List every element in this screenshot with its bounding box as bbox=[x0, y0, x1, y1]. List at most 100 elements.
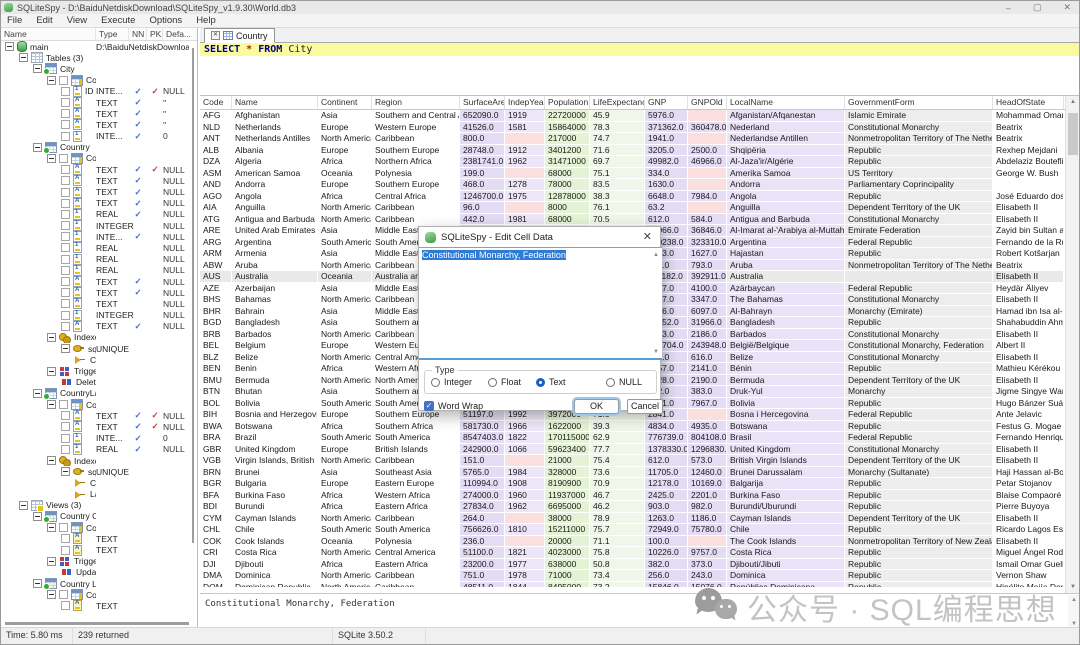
cell-head[interactable]: Fernando de la Rúa bbox=[993, 237, 1064, 249]
cell-gov[interactable]: Constitutional Monarchy bbox=[845, 444, 993, 456]
tree-row[interactable]: TEXT bbox=[1, 600, 189, 611]
cell-pop[interactable]: 11937000 bbox=[545, 490, 590, 502]
column-header-indep[interactable]: IndepYear bbox=[505, 96, 545, 109]
cell-gnp[interactable]: 3205.0 bbox=[645, 145, 688, 157]
cell-life[interactable]: 77.7 bbox=[590, 444, 645, 456]
cell-continent[interactable]: North America bbox=[318, 202, 372, 214]
cell-local[interactable]: België/Belgique bbox=[727, 340, 845, 352]
grid-vertical-scrollbar[interactable]: ▲ ▼ bbox=[1065, 96, 1079, 593]
cell-local[interactable]: Azärbaycan bbox=[727, 283, 845, 295]
cell-gnpold[interactable]: 2500.0 bbox=[688, 145, 727, 157]
tree-horizontal-scrollbar[interactable] bbox=[5, 622, 189, 625]
cell-gnp[interactable]: 256.0 bbox=[645, 570, 688, 582]
cell-continent[interactable]: Europe bbox=[318, 444, 372, 456]
cell-gnp[interactable]: 1941.0 bbox=[645, 133, 688, 145]
cell-gov[interactable]: Federal Republic bbox=[845, 409, 993, 421]
column-header-surface[interactable]: SurfaceArea bbox=[460, 96, 505, 109]
cell-head[interactable]: Hamad ibn Isa al-Khalifa bbox=[993, 306, 1064, 318]
cell-code[interactable]: BWA bbox=[200, 421, 232, 433]
radio-text[interactable]: Text bbox=[536, 377, 606, 387]
cell-gnpold[interactable]: 3347.0 bbox=[688, 294, 727, 306]
cell-region[interactable]: Eastern Europe bbox=[372, 478, 460, 490]
cell-code[interactable]: COK bbox=[200, 536, 232, 548]
tree-checkbox[interactable] bbox=[61, 601, 70, 610]
cell-local[interactable]: Antigua and Barbuda bbox=[727, 214, 845, 226]
cell-surface[interactable]: 41526.0 bbox=[460, 122, 505, 134]
cell-region[interactable]: Caribbean bbox=[372, 513, 460, 525]
cell-name[interactable]: Cook Islands bbox=[232, 536, 318, 548]
cell-local[interactable]: The Cook Islands bbox=[727, 536, 845, 548]
tree-row[interactable]: REALNULL bbox=[1, 242, 189, 253]
table-row[interactable]: DZAAlgeriaAfricaNorthern Africa2381741.0… bbox=[200, 156, 1065, 168]
cell-head[interactable]: Ante Jelavic bbox=[993, 409, 1064, 421]
cell-code[interactable]: AZE bbox=[200, 283, 232, 295]
cell-life[interactable]: 78.9 bbox=[590, 513, 645, 525]
cell-data-textarea[interactable]: Constitutional Monarchy, Federation ▲ ▼ bbox=[419, 247, 662, 360]
menu-item-edit[interactable]: Edit bbox=[36, 15, 52, 26]
cell-name[interactable]: Argentina bbox=[232, 237, 318, 249]
cell-local[interactable]: Bosna i Hercegovina bbox=[727, 409, 845, 421]
expander-minus-icon[interactable] bbox=[47, 523, 56, 532]
tree-row[interactable]: Views (3) bbox=[1, 500, 189, 511]
tree-checkbox[interactable] bbox=[61, 176, 70, 185]
cell-surface[interactable]: 151.0 bbox=[460, 455, 505, 467]
tree-checkbox[interactable] bbox=[59, 154, 68, 163]
cell-code[interactable]: ARM bbox=[200, 248, 232, 260]
tree-checkbox[interactable] bbox=[59, 76, 68, 85]
cell-region[interactable]: Caribbean bbox=[372, 133, 460, 145]
cell-gnpold[interactable]: 616.0 bbox=[688, 352, 727, 364]
cell-local[interactable]: Costa Rica bbox=[727, 547, 845, 559]
expander-minus-icon[interactable] bbox=[19, 53, 28, 62]
cell-head[interactable]: George W. Bush bbox=[993, 168, 1064, 180]
cell-indep[interactable]: 1981 bbox=[505, 214, 545, 226]
expander-minus-icon[interactable] bbox=[47, 154, 56, 163]
cell-indep[interactable]: 1821 bbox=[505, 547, 545, 559]
cell-local[interactable]: Burundi/Uburundi bbox=[727, 501, 845, 513]
cell-gnpold[interactable] bbox=[688, 202, 727, 214]
tree-row[interactable]: TEXT✓✓NULL bbox=[1, 164, 189, 175]
cell-head[interactable]: Elisabeth II bbox=[993, 444, 1064, 456]
tree-row[interactable]: REAL✓NULL bbox=[1, 444, 189, 455]
tree-checkbox[interactable] bbox=[61, 445, 70, 454]
table-row[interactable]: BFABurkina FasoAfricaWestern Africa27400… bbox=[200, 490, 1065, 502]
tree-row[interactable]: Triggers (1) bbox=[1, 365, 189, 376]
cell-local[interactable]: Balgarija bbox=[727, 478, 845, 490]
cell-head[interactable]: Haji Hassan al-Bolkiah bbox=[993, 467, 1064, 479]
tree-checkbox[interactable] bbox=[61, 534, 70, 543]
cell-surface[interactable]: 48511.0 bbox=[460, 582, 505, 588]
cell-gnp[interactable]: 334.0 bbox=[645, 168, 688, 180]
cell-name[interactable]: Dominica bbox=[232, 570, 318, 582]
expander-minus-icon[interactable] bbox=[47, 333, 56, 342]
cell-local[interactable]: Al-Imarat al-'Arabiya al-Muttahida bbox=[727, 225, 845, 237]
tree-row[interactable]: Columns (2) bbox=[1, 589, 189, 600]
tree-row[interactable]: Delete_Country bbox=[1, 377, 189, 388]
cell-gnpold[interactable]: 9757.0 bbox=[688, 547, 727, 559]
cell-local[interactable]: Nederland bbox=[727, 122, 845, 134]
cell-region[interactable]: Caribbean bbox=[372, 570, 460, 582]
cell-life[interactable]: 71.6 bbox=[590, 145, 645, 157]
cell-continent[interactable]: South America bbox=[318, 237, 372, 249]
cell-name[interactable]: Netherlands Antilles bbox=[232, 133, 318, 145]
cell-name[interactable]: Armenia bbox=[232, 248, 318, 260]
cell-gov[interactable]: Republic bbox=[845, 501, 993, 513]
cell-continent[interactable]: North America bbox=[318, 375, 372, 387]
cell-life[interactable]: 74.7 bbox=[590, 133, 645, 145]
tree-row[interactable]: TEXT✓NULL bbox=[1, 186, 189, 197]
tree-checkbox[interactable] bbox=[59, 590, 68, 599]
cell-indep[interactable] bbox=[505, 536, 545, 548]
tree-checkbox[interactable] bbox=[61, 232, 70, 241]
cell-surface[interactable]: 1246700.0 bbox=[460, 191, 505, 203]
cell-gnpold[interactable]: 2141.0 bbox=[688, 363, 727, 375]
cell-pop[interactable]: 8495000 bbox=[545, 582, 590, 588]
textarea-scroll-down-icon[interactable]: ▼ bbox=[653, 349, 659, 355]
cell-region[interactable]: Polynesia bbox=[372, 536, 460, 548]
tree-row[interactable]: IDINTE...✓✓NULL bbox=[1, 86, 189, 97]
cell-continent[interactable]: Asia bbox=[318, 317, 372, 329]
cell-gov[interactable]: Emirate Federation bbox=[845, 225, 993, 237]
cell-surface[interactable]: 800.0 bbox=[460, 133, 505, 145]
cell-indep[interactable]: 1919 bbox=[505, 110, 545, 122]
cell-name[interactable]: Bahrain bbox=[232, 306, 318, 318]
tab-country[interactable]: ✕ Country bbox=[204, 28, 275, 43]
tree-checkbox[interactable] bbox=[61, 221, 70, 230]
cell-code[interactable]: ANT bbox=[200, 133, 232, 145]
